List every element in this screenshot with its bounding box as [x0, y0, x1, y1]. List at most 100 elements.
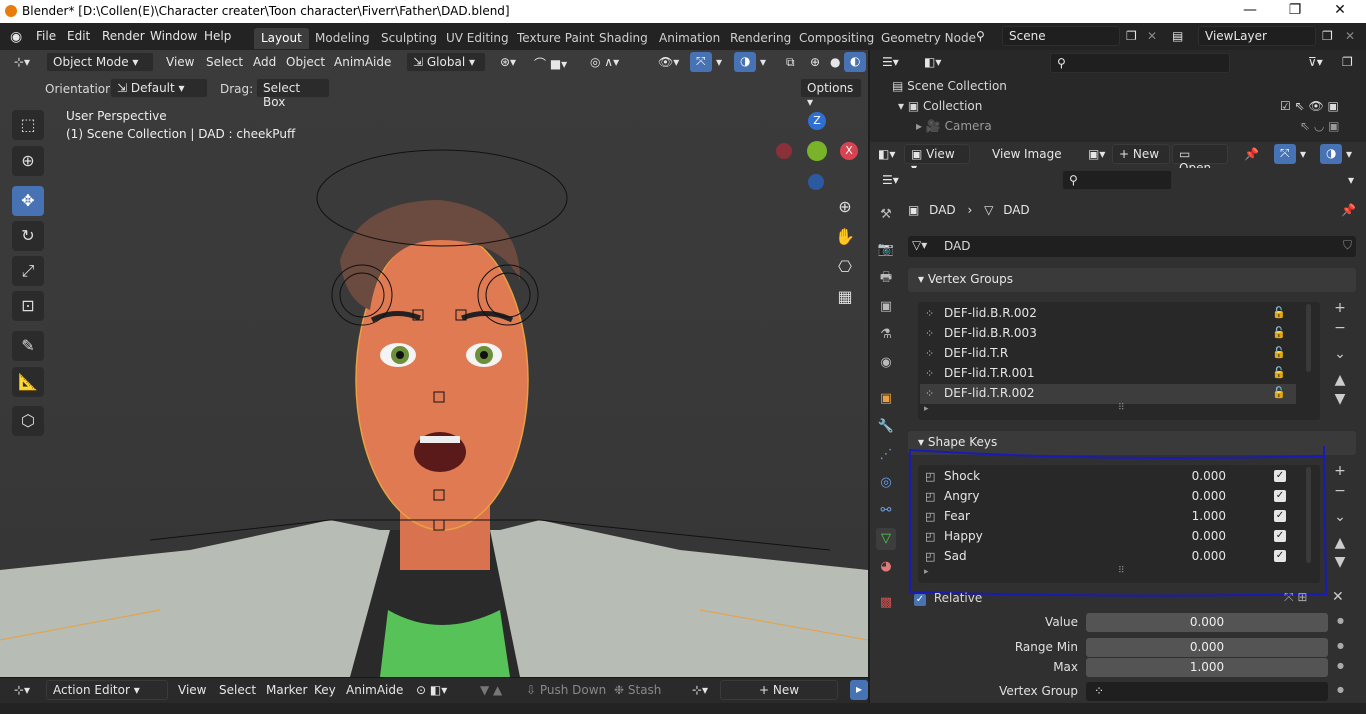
- new-scene-icon[interactable]: ❐: [1126, 29, 1137, 43]
- action-browse-icon[interactable]: ⊹▾: [686, 681, 714, 701]
- open-image-button[interactable]: ▭ Open: [1172, 144, 1228, 175]
- tab-compositing[interactable]: Compositing: [792, 28, 881, 49]
- menu-file[interactable]: File: [36, 29, 56, 43]
- remove-scene-icon[interactable]: ✕: [1147, 29, 1157, 43]
- vertex-group-specials-icon[interactable]: ⌄: [1330, 346, 1350, 366]
- list-item[interactable]: ⁘ DEF-lid.B.R.003 🔓: [920, 324, 1296, 344]
- action-menu-key[interactable]: Key: [308, 681, 342, 701]
- shape-key-lock-icons[interactable]: ⤧ ⊞: [1284, 590, 1307, 605]
- object-data-tab-icon[interactable]: ▽: [876, 528, 896, 550]
- dopesheet-mode-selector[interactable]: Action Editor ▾: [46, 680, 168, 700]
- material-tab-icon[interactable]: ◕: [876, 556, 896, 578]
- view-layer-selector[interactable]: ViewLayer: [1198, 26, 1316, 46]
- modifier-tab-icon[interactable]: 🔧: [876, 416, 896, 438]
- image-gizmo-icon[interactable]: ⤧: [1274, 144, 1296, 164]
- list-scrollbar[interactable]: [1306, 304, 1311, 372]
- orientation-selector[interactable]: ⇲ Default ▾: [110, 78, 208, 98]
- mode-selector[interactable]: Object Mode ▾: [46, 52, 154, 72]
- keyframe-dot-icon[interactable]: ●: [1337, 616, 1344, 625]
- cursor-arrow-icon[interactable]: ▸: [850, 680, 868, 700]
- add-vertex-group-button[interactable]: +: [1330, 300, 1350, 320]
- lock-icon[interactable]: 🔓: [1272, 366, 1286, 379]
- viewport-menu-select[interactable]: Select: [200, 53, 249, 73]
- menu-window[interactable]: Window: [150, 29, 197, 43]
- tab-rendering[interactable]: Rendering: [723, 28, 798, 49]
- properties-options-icon[interactable]: ▾: [1342, 171, 1360, 191]
- pivot-icon[interactable]: ⊛▾: [494, 53, 522, 73]
- tab-geometry-nodes[interactable]: Geometry Node: [874, 28, 983, 49]
- gizmo-x-axis[interactable]: X: [840, 142, 858, 160]
- wireframe-shading-icon[interactable]: ⊕: [804, 53, 826, 73]
- output-tab-icon[interactable]: 🖶: [876, 267, 896, 289]
- rotate-tool[interactable]: ↻: [12, 221, 44, 251]
- action-menu-animaide[interactable]: AnimAide: [340, 681, 409, 701]
- viewport-menu-object[interactable]: Object: [280, 53, 331, 73]
- tab-shading[interactable]: Shading: [592, 28, 655, 49]
- xray-icon[interactable]: ⧉: [780, 53, 801, 73]
- lock-icon[interactable]: 🔓: [1272, 306, 1286, 319]
- lock-icon[interactable]: 🔓: [1272, 326, 1286, 339]
- action-menu-select[interactable]: Select: [213, 681, 262, 701]
- image-editor-type-icon[interactable]: ◧▾: [872, 145, 901, 165]
- lock-icon[interactable]: 🔓: [1272, 346, 1286, 359]
- tool-tab-icon[interactable]: ⚒: [876, 204, 896, 226]
- gizmo-y-axis[interactable]: [807, 141, 827, 161]
- remove-view-layer-icon[interactable]: ✕: [1345, 29, 1355, 43]
- close-window-button[interactable]: ✕: [1330, 2, 1350, 18]
- gizmo-neg-z-axis[interactable]: [808, 174, 824, 190]
- texture-tab-icon[interactable]: ▩: [876, 592, 896, 614]
- snap-icon[interactable]: ⌒ ■▾: [528, 53, 573, 73]
- restore-button[interactable]: ❐: [1285, 2, 1305, 18]
- camera-row[interactable]: ▸ 🎥 Camera: [916, 119, 992, 133]
- view-layer-icon[interactable]: ▤: [1172, 29, 1183, 43]
- outliner-filter-icon[interactable]: ⊽▾: [1302, 53, 1329, 73]
- menu-edit[interactable]: Edit: [67, 29, 90, 43]
- tab-sculpting[interactable]: Sculpting: [374, 28, 444, 49]
- keyframe-dot-icon[interactable]: ●: [1337, 641, 1344, 650]
- scale-tool[interactable]: ⤢: [12, 256, 44, 286]
- outliner-editor-icon[interactable]: ☰▾: [876, 53, 905, 73]
- list-item[interactable]: ⁘ DEF-lid.T.R.002 🔓: [920, 384, 1296, 404]
- camera-visibility-icons[interactable]: ⇖ ◡ ▣: [1300, 119, 1340, 133]
- gizmo-z-axis[interactable]: Z: [808, 112, 826, 130]
- physics-tab-icon[interactable]: ◎: [876, 472, 896, 494]
- image-overlay-dropdown[interactable]: ▾: [1340, 145, 1358, 165]
- new-view-layer-icon[interactable]: ❐: [1322, 29, 1333, 43]
- dopesheet-editor-icon[interactable]: ⊹▾: [8, 681, 36, 701]
- tab-modeling[interactable]: Modeling: [308, 28, 377, 49]
- only-selected-icon[interactable]: ⊙ ◧▾: [410, 681, 453, 701]
- image-browse-icon[interactable]: ▣▾: [1082, 145, 1111, 165]
- relative-checkbox-row[interactable]: ✓ Relative: [914, 591, 982, 606]
- scene-tab-icon[interactable]: ⚗: [876, 324, 896, 346]
- lock-icon[interactable]: 🔓: [1272, 386, 1286, 399]
- fake-user-shield-icon[interactable]: ⛉: [1343, 238, 1352, 253]
- viewport-menu-animaide[interactable]: AnimAide: [328, 53, 397, 73]
- list-item[interactable]: ⁘ DEF-lid.T.R 🔓: [920, 344, 1296, 364]
- visibility-icon[interactable]: 👁▾: [652, 53, 685, 73]
- select-box-tool[interactable]: ⬚: [12, 110, 44, 140]
- tab-uv-editing[interactable]: UV Editing: [439, 28, 516, 49]
- list-item[interactable]: ⁘ DEF-lid.B.R.002 🔓: [920, 304, 1296, 324]
- camera-view-icon[interactable]: ⎔: [832, 254, 858, 280]
- view-layer-tab-icon[interactable]: ▣: [876, 296, 896, 318]
- clear-shape-keys-icon[interactable]: ✕: [1332, 589, 1344, 605]
- scene-icon[interactable]: ⚲: [976, 29, 985, 43]
- gizmo-toggle-icon[interactable]: ⤧: [690, 52, 712, 72]
- list-item[interactable]: ⁘ DEF-lid.T.R.001 🔓: [920, 364, 1296, 384]
- collection-visibility-icons[interactable]: ☑ ⇖ 👁 ▣: [1280, 99, 1339, 113]
- tab-layout[interactable]: Layout: [254, 28, 309, 49]
- mesh-browse-icon[interactable]: ▽▾: [912, 238, 927, 252]
- zoom-icon[interactable]: ⊕: [832, 194, 858, 220]
- move-up-icon[interactable]: ▲: [1330, 372, 1350, 392]
- image-view-mode[interactable]: ▣ View ▾: [904, 144, 970, 175]
- move-down-icon[interactable]: ▼: [1330, 391, 1350, 411]
- pin-properties-icon[interactable]: 📌: [1341, 203, 1356, 217]
- viewport-menu-view[interactable]: View: [160, 53, 200, 73]
- max-slider[interactable]: 1.000: [1086, 658, 1328, 677]
- transform-tool[interactable]: ⊡: [12, 291, 44, 321]
- tab-animation[interactable]: Animation: [652, 28, 727, 49]
- render-tab-icon[interactable]: 📷: [876, 239, 896, 261]
- proportional-edit-icon[interactable]: ◎ ∧▾: [584, 53, 625, 73]
- minimize-button[interactable]: —: [1240, 2, 1260, 18]
- pin-icon[interactable]: 📌: [1238, 145, 1265, 165]
